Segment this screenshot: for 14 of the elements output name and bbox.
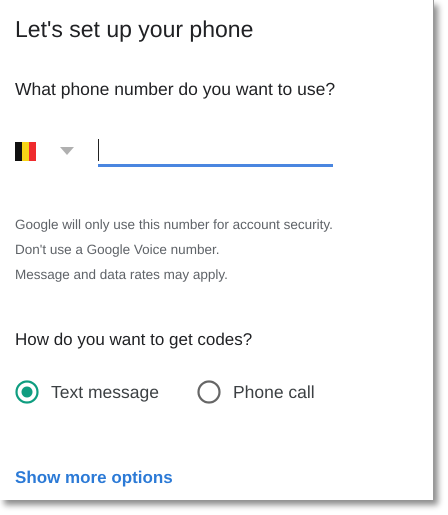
show-more-options-link[interactable]: Show more options xyxy=(15,464,173,490)
question-text: What phone number do you want to use? xyxy=(15,78,336,100)
text-cursor xyxy=(98,138,99,160)
info-text: Message and data rates may apply. xyxy=(15,266,229,284)
radio-button[interactable] xyxy=(15,380,39,404)
dropdown-caret-icon[interactable] xyxy=(60,147,74,155)
option-label[interactable]: Phone call xyxy=(232,378,315,405)
info-text: Don't use a Google Voice number. xyxy=(15,241,220,259)
question-text: How do you want to get codes? xyxy=(15,329,254,351)
page-title: Let's set up your phone xyxy=(15,15,254,44)
radio-button[interactable] xyxy=(196,380,221,404)
option-label[interactable]: Text message xyxy=(51,378,159,405)
flag-icon xyxy=(15,142,36,160)
info-text: Google will only use this number for account security. xyxy=(15,216,334,234)
